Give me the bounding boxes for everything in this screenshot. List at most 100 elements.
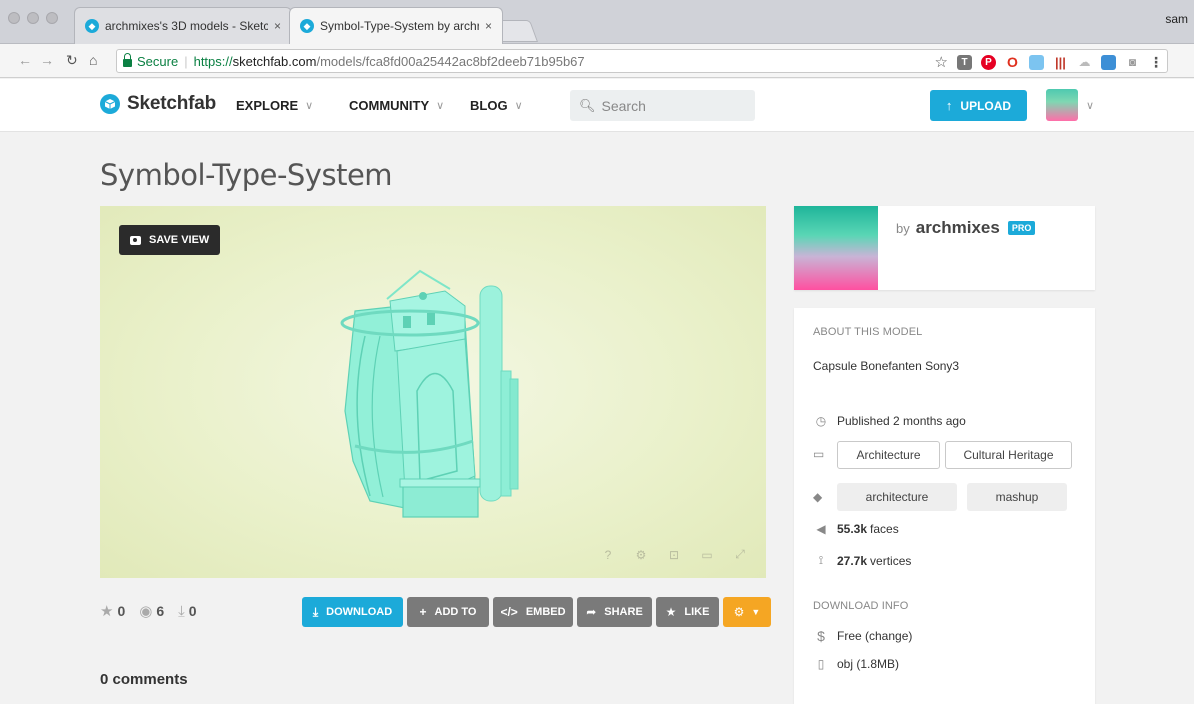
price-text[interactable]: Free (change): [837, 629, 912, 643]
bars-icon[interactable]: |||: [1053, 54, 1068, 70]
image-icon[interactable]: [1101, 54, 1116, 70]
browser-profile-name[interactable]: sam: [1165, 12, 1188, 26]
search-placeholder: Search: [601, 97, 646, 114]
eye-icon: ◉: [139, 603, 153, 620]
like-button[interactable]: ★ LIKE: [656, 597, 719, 627]
extension-t-icon[interactable]: T: [957, 54, 972, 70]
gear-icon: ⚙: [733, 605, 745, 619]
3d-view-icon[interactable]: ▭: [701, 548, 713, 562]
download-info-heading: DOWNLOAD INFO: [813, 600, 909, 612]
code-icon: </>: [500, 605, 518, 619]
download-icon: ⤓: [312, 604, 319, 619]
clock-icon: ◷: [815, 414, 827, 428]
chevron-down-icon: ∨: [436, 100, 445, 112]
pinterest-icon[interactable]: P: [981, 54, 996, 70]
tag-chip-mashup[interactable]: mashup: [967, 483, 1067, 511]
save-view-button[interactable]: SAVE VIEW: [119, 225, 221, 255]
format-row: ▯ obj (1.8MB): [813, 657, 899, 671]
home-icon[interactable]: ⌂: [89, 52, 97, 68]
forward-arrow-icon[interactable]: →: [40, 52, 54, 68]
vr-icon[interactable]: ⊡: [668, 548, 680, 562]
logo-text: Sketchfab: [127, 93, 217, 114]
triangle-icon: ◀: [816, 522, 826, 536]
extension-icons: ☆ T P O ||| ☁ ◙ ⋮: [935, 53, 1167, 72]
price-row: $ Free (change): [813, 628, 912, 644]
cloud-icon[interactable]: ☁: [1077, 54, 1092, 70]
downloads-value: 0: [188, 603, 197, 619]
search-input[interactable]: 🔍︎ Search: [570, 90, 755, 121]
sketchfab-logo[interactable]: Sketchfab: [100, 93, 216, 115]
downloads-count: ⤓ 0: [178, 603, 196, 620]
tab-title: Symbol-Type-System by archr: [320, 19, 479, 33]
share-arrow-icon: ➦: [586, 605, 597, 619]
star-icon: ★: [100, 603, 114, 620]
minimize-window-button[interactable]: [27, 12, 39, 24]
browser-menu-icon[interactable]: ⋮: [1149, 54, 1163, 71]
camera-icon[interactable]: ◙: [1125, 54, 1140, 70]
tab-title: archmixes's 3D models - Sketc: [105, 19, 268, 33]
browser-tab-symbol-type-system[interactable]: ◆ Symbol-Type-System by archr ×: [289, 7, 503, 44]
search-icon: 🔍︎: [579, 97, 596, 113]
likes-value: 0: [117, 603, 126, 619]
model-actions: ⤓ DOWNLOAD + ADD TO </> EMBED ➦ SHARE ★ LIKE …: [302, 597, 771, 627]
close-window-button[interactable]: [8, 12, 20, 24]
user-avatar[interactable]: [1046, 89, 1078, 121]
category-chip-cultural-heritage[interactable]: Cultural Heritage: [945, 441, 1072, 469]
comments-heading: 0 comments: [100, 671, 188, 688]
secure-indicator[interactable]: Secure: [123, 53, 179, 69]
download-button[interactable]: ⤓ DOWNLOAD: [302, 597, 403, 627]
share-label: SHARE: [604, 606, 643, 618]
back-arrow-icon[interactable]: ←: [18, 52, 32, 68]
nav-community[interactable]: COMMUNITY ∨: [349, 98, 444, 113]
3d-model-render[interactable]: [325, 261, 525, 521]
add-to-button[interactable]: + ADD TO: [407, 597, 489, 627]
save-view-label: SAVE VIEW: [149, 234, 210, 246]
more-options-button[interactable]: ⚙ ▼: [723, 597, 771, 627]
secure-label: Secure: [137, 53, 179, 69]
published-row: ◷ Published 2 months ago: [813, 414, 966, 428]
browser-tab-archmixes[interactable]: ◆ archmixes's 3D models - Sketc ×: [74, 7, 292, 44]
fullscreen-icon[interactable]: ⤢: [734, 547, 746, 562]
address-bar[interactable]: Secure | https:// sketchfab.com /models/…: [116, 49, 1168, 73]
faces-row: ◀ 55.3k faces: [813, 522, 898, 536]
tag-chip-architecture[interactable]: architecture: [837, 483, 957, 511]
published-text: Published 2 months ago: [837, 414, 966, 428]
model-viewer[interactable]: SAVE VIEW ? ⚙ ⊡ ▭ ⤢: [100, 206, 766, 578]
likes-count: ★ 0: [100, 602, 125, 620]
category-chip-architecture[interactable]: Architecture: [837, 441, 940, 469]
bookmark-star-icon[interactable]: ☆: [935, 53, 948, 71]
nav-blog-label: BLOG: [470, 98, 508, 113]
tab-close-icon[interactable]: ×: [274, 19, 281, 33]
chevron-down-icon[interactable]: ∨: [1086, 99, 1094, 112]
share-button[interactable]: ➦ SHARE: [577, 597, 652, 627]
sketchfab-logo-icon: [100, 94, 120, 114]
embed-label: EMBED: [525, 606, 566, 618]
sketchfab-favicon-icon: ◆: [300, 19, 314, 33]
nav-explore-label: EXPLORE: [236, 98, 299, 113]
help-icon[interactable]: ?: [602, 548, 614, 562]
settings-gear-icon[interactable]: ⚙: [635, 548, 647, 562]
camera-icon: [130, 235, 141, 245]
upload-button[interactable]: ↑ UPLOAD: [930, 90, 1027, 121]
plus-icon: +: [419, 605, 427, 619]
like-label: LIKE: [684, 606, 710, 618]
upload-label: UPLOAD: [960, 98, 1012, 113]
chevron-down-icon: ∨: [514, 100, 523, 112]
document-icon[interactable]: [1029, 54, 1044, 70]
tab-close-icon[interactable]: ×: [485, 19, 492, 33]
zoom-window-button[interactable]: [46, 12, 58, 24]
viewer-toolbar: ? ⚙ ⊡ ▭ ⤢: [602, 547, 746, 562]
reload-icon[interactable]: ↻: [66, 52, 78, 69]
download-icon: ⤓: [178, 602, 185, 620]
embed-button[interactable]: </> EMBED: [493, 597, 573, 627]
about-heading: ABOUT THIS MODEL: [813, 326, 923, 338]
browser-toolbar: ← → ↻ ⌂ Secure | https:// sketchfab.com …: [0, 44, 1194, 78]
opera-icon[interactable]: O: [1005, 54, 1020, 70]
category-icon: ▭: [813, 447, 825, 461]
url-path: /models/fca8fd00a25442ac8bf2deeb71b95b67: [316, 53, 585, 69]
author-name-link[interactable]: archmixes: [916, 218, 1000, 238]
model-thumbnail[interactable]: [794, 206, 878, 290]
nav-blog[interactable]: BLOG ∨: [470, 98, 523, 113]
nav-explore[interactable]: EXPLORE ∨: [236, 98, 313, 113]
pro-badge: PRO: [1007, 221, 1036, 235]
